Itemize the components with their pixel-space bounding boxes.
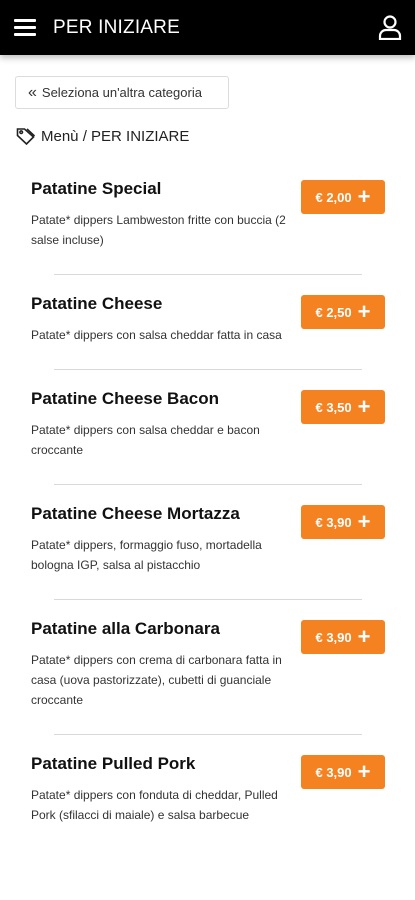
item-price: € 3,90 — [315, 514, 352, 530]
menu-item: Patatine Special Patate* dippers Lambwes… — [0, 160, 415, 275]
item-description: Patate* dippers con crema di carbonara f… — [31, 653, 282, 707]
menu-item: Patatine Cheese Patate* dippers con sals… — [0, 275, 415, 370]
item-description: Patate* dippers con salsa cheddar fatta … — [31, 328, 282, 342]
add-to-cart-button[interactable]: € 2,50 + — [301, 295, 385, 329]
breadcrumb: Menù / PER INIZIARE — [16, 127, 189, 145]
add-to-cart-button[interactable]: € 3,50 + — [301, 390, 385, 424]
menu-item: Patatine Pulled Pork Patate* dippers con… — [0, 735, 415, 825]
item-description: Patate* dippers Lambweston fritte con bu… — [31, 213, 286, 247]
hamburger-menu-icon[interactable] — [14, 19, 36, 36]
add-to-cart-button[interactable]: € 2,00 + — [301, 180, 385, 214]
breadcrumb-text: Menù / PER INIZIARE — [41, 127, 190, 145]
select-another-category-button[interactable]: « Seleziona un'altra categoria — [15, 76, 229, 109]
plus-icon: + — [357, 624, 371, 649]
menu-item-list: Patatine Special Patate* dippers Lambwes… — [0, 160, 415, 825]
plus-icon: + — [357, 509, 371, 534]
add-to-cart-button[interactable]: € 3,90 + — [301, 505, 385, 539]
top-bar: PER INIZIARE — [0, 0, 415, 55]
plus-icon: + — [357, 299, 371, 324]
item-price: € 2,50 — [315, 304, 352, 320]
menu-item: Patatine Cheese Mortazza Patate* dippers… — [0, 485, 415, 600]
plus-icon: + — [357, 184, 371, 209]
plus-icon: + — [357, 759, 371, 784]
item-price: € 3,90 — [315, 764, 352, 780]
page-title: PER INIZIARE — [53, 16, 180, 38]
item-description: Patate* dippers con fonduta di cheddar, … — [31, 788, 278, 822]
add-to-cart-button[interactable]: € 3,90 + — [301, 755, 385, 789]
add-to-cart-button[interactable]: € 3,90 + — [301, 620, 385, 654]
menu-item: Patatine alla Carbonara Patate* dippers … — [0, 600, 415, 735]
double-chevron-left-icon: « — [28, 83, 37, 101]
back-button-label: Seleziona un'altra categoria — [41, 85, 202, 100]
item-price: € 2,00 — [315, 189, 352, 205]
menu-item: Patatine Cheese Bacon Patate* dippers co… — [0, 370, 415, 485]
user-account-icon[interactable] — [378, 14, 402, 40]
item-description: Patate* dippers con salsa cheddar e baco… — [31, 423, 260, 457]
item-price: € 3,50 — [315, 399, 352, 415]
item-description: Patate* dippers, formaggio fuso, mortade… — [31, 538, 262, 572]
item-price: € 3,90 — [315, 629, 352, 645]
tag-icon — [16, 128, 36, 145]
plus-icon: + — [357, 394, 371, 419]
